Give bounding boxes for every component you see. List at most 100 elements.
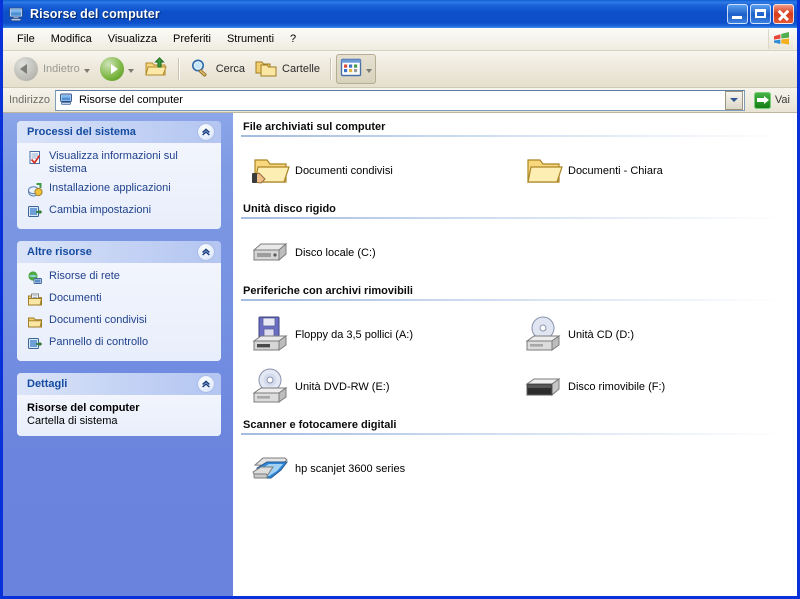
- menu-modifica[interactable]: Modifica: [43, 31, 100, 47]
- toolbar-separator-2: [329, 58, 331, 80]
- place-network[interactable]: Risorse di rete: [27, 270, 213, 286]
- item-unita-dvd-rw-e[interactable]: Unità DVD-RW (E:): [241, 361, 514, 413]
- views-icon: [340, 58, 362, 80]
- item-label: Unità CD (D:): [568, 329, 635, 341]
- network-icon: [27, 270, 43, 286]
- back-dropdown-icon[interactable]: [83, 68, 90, 73]
- shared-documents-icon: [27, 314, 43, 330]
- place-control-panel[interactable]: Pannello di controllo: [27, 336, 213, 352]
- folders-label: Cartelle: [282, 63, 320, 75]
- views-button[interactable]: [335, 54, 376, 84]
- panel-system-tasks-body: Visualizza informazioni sul sistema Inst…: [17, 143, 221, 229]
- hard-drive-icon: [249, 236, 291, 270]
- place-network-label: Risorse di rete: [49, 270, 120, 282]
- shared-folder-icon: [249, 151, 291, 191]
- menu-preferiti[interactable]: Preferiti: [165, 31, 219, 47]
- back-button[interactable]: Indietro: [9, 54, 95, 84]
- item-label: Unità DVD-RW (E:): [295, 381, 390, 393]
- item-disco-locale-c[interactable]: Disco locale (C:): [241, 227, 514, 279]
- menu-strumenti[interactable]: Strumenti: [219, 31, 282, 47]
- group-items: Documenti condivisi Documenti - Chiara: [241, 145, 787, 197]
- my-documents-icon: [27, 292, 43, 308]
- system-info-icon: [27, 150, 43, 166]
- dvd-rw-drive-icon: [249, 365, 291, 409]
- item-documenti-condivisi[interactable]: Documenti condivisi: [241, 145, 514, 197]
- change-settings-icon: [27, 204, 43, 220]
- file-list: File archiviati sul computer Documenti c…: [233, 113, 797, 596]
- panel-system-tasks-header[interactable]: Processi del sistema: [17, 121, 221, 143]
- panel-details: Dettagli Risorse del computer Cartella d…: [17, 373, 221, 436]
- address-value: Risorse del computer: [78, 94, 183, 106]
- details-name: Risorse del computer: [27, 402, 140, 414]
- task-add-remove-programs-label: Installazione applicazioni: [49, 182, 171, 194]
- place-my-documents[interactable]: Documenti: [27, 292, 213, 308]
- title-bar: Risorse del computer: [3, 0, 797, 28]
- minimize-button[interactable]: [727, 4, 748, 24]
- windows-flag-icon: [768, 29, 793, 49]
- caption-buttons: [727, 4, 794, 24]
- my-computer-icon: [7, 5, 25, 23]
- item-label: Disco locale (C:): [295, 247, 376, 259]
- search-button[interactable]: Cerca: [184, 54, 250, 84]
- place-control-panel-label: Pannello di controllo: [49, 336, 149, 348]
- item-label: hp scanjet 3600 series: [295, 463, 406, 475]
- menu-visualizza[interactable]: Visualizza: [100, 31, 165, 47]
- task-change-settings[interactable]: Cambia impostazioni: [27, 204, 213, 220]
- group-hard-disk-drives: Unità disco rigido Disco locale (C:): [241, 199, 787, 279]
- panel-details-body: Risorse del computer Cartella di sistema: [17, 395, 221, 436]
- chevron-up-icon[interactable]: [197, 375, 215, 393]
- chevron-up-icon[interactable]: [197, 243, 215, 261]
- address-dropdown-button[interactable]: [724, 90, 743, 110]
- item-documenti-chiara[interactable]: Documenti - Chiara: [514, 145, 787, 197]
- forward-dropdown-icon[interactable]: [127, 68, 134, 73]
- panel-details-header[interactable]: Dettagli: [17, 373, 221, 395]
- panel-other-places-title: Altre risorse: [27, 246, 92, 258]
- panel-other-places: Altre risorse Risorse di rete Documenti …: [17, 241, 221, 361]
- group-header: Periferiche con archivi rimovibili: [243, 285, 413, 297]
- group-scanners-and-cameras: Scanner e fotocamere digitali hp scanjet…: [241, 415, 787, 495]
- back-arrow-icon: [14, 57, 38, 81]
- forward-button[interactable]: [95, 54, 139, 84]
- go-label: Vai: [774, 94, 790, 106]
- item-label: Floppy da 3,5 pollici (A:): [295, 329, 413, 341]
- task-view-system-information-label: Visualizza informazioni sul sistema: [49, 150, 178, 175]
- group-header: File archiviati sul computer: [243, 121, 386, 133]
- menu-help[interactable]: ?: [282, 31, 304, 47]
- item-floppy-a[interactable]: Floppy da 3,5 pollici (A:): [241, 309, 514, 361]
- menu-file[interactable]: File: [9, 31, 43, 47]
- panel-other-places-header[interactable]: Altre risorse: [17, 241, 221, 263]
- group-divider: [241, 217, 787, 219]
- item-hp-scanjet-3600[interactable]: hp scanjet 3600 series: [241, 443, 514, 495]
- toolbar: Indietro Cerca Cartelle: [3, 51, 797, 88]
- maximize-button[interactable]: [750, 4, 771, 24]
- group-header: Unità disco rigido: [243, 203, 336, 215]
- task-add-remove-programs[interactable]: Installazione applicazioni: [27, 182, 213, 198]
- cd-drive-icon: [522, 313, 564, 357]
- group-files-stored-on-computer: File archiviati sul computer Documenti c…: [241, 121, 787, 197]
- group-devices-with-removable-storage: Periferiche con archivi rimovibili Flopp…: [241, 281, 787, 413]
- task-view-system-information[interactable]: Visualizza informazioni sul sistema: [27, 150, 213, 176]
- folders-button[interactable]: Cartelle: [250, 54, 325, 84]
- menu-bar: File Modifica Visualizza Preferiti Strum…: [3, 28, 797, 51]
- chevron-up-icon[interactable]: [197, 123, 215, 141]
- group-items: hp scanjet 3600 series: [241, 443, 787, 495]
- back-label: Indietro: [43, 63, 80, 75]
- go-button[interactable]: Vai: [751, 91, 793, 109]
- folders-icon: [255, 58, 277, 81]
- item-unita-cd-d[interactable]: Unità CD (D:): [514, 309, 787, 361]
- panel-system-tasks: Processi del sistema Visualizza informaz…: [17, 121, 221, 229]
- close-button[interactable]: [773, 4, 794, 24]
- group-header: Scanner e fotocamere digitali: [243, 419, 397, 431]
- up-button[interactable]: [139, 54, 173, 84]
- item-disco-rimovibile-f[interactable]: Disco rimovibile (F:): [514, 361, 787, 413]
- place-shared-documents[interactable]: Documenti condivisi: [27, 314, 213, 330]
- views-dropdown-icon[interactable]: [365, 68, 372, 73]
- go-arrow-icon: [753, 91, 771, 109]
- explorer-window: Risorse del computer File Modifica Visua…: [0, 0, 800, 599]
- group-divider: [241, 299, 787, 301]
- address-bar: Indirizzo Risorse del computer Vai: [3, 88, 797, 113]
- group-items: Disco locale (C:): [241, 227, 787, 279]
- toolbar-separator-1: [177, 58, 179, 80]
- group-divider: [241, 135, 787, 137]
- address-input[interactable]: Risorse del computer: [54, 89, 745, 111]
